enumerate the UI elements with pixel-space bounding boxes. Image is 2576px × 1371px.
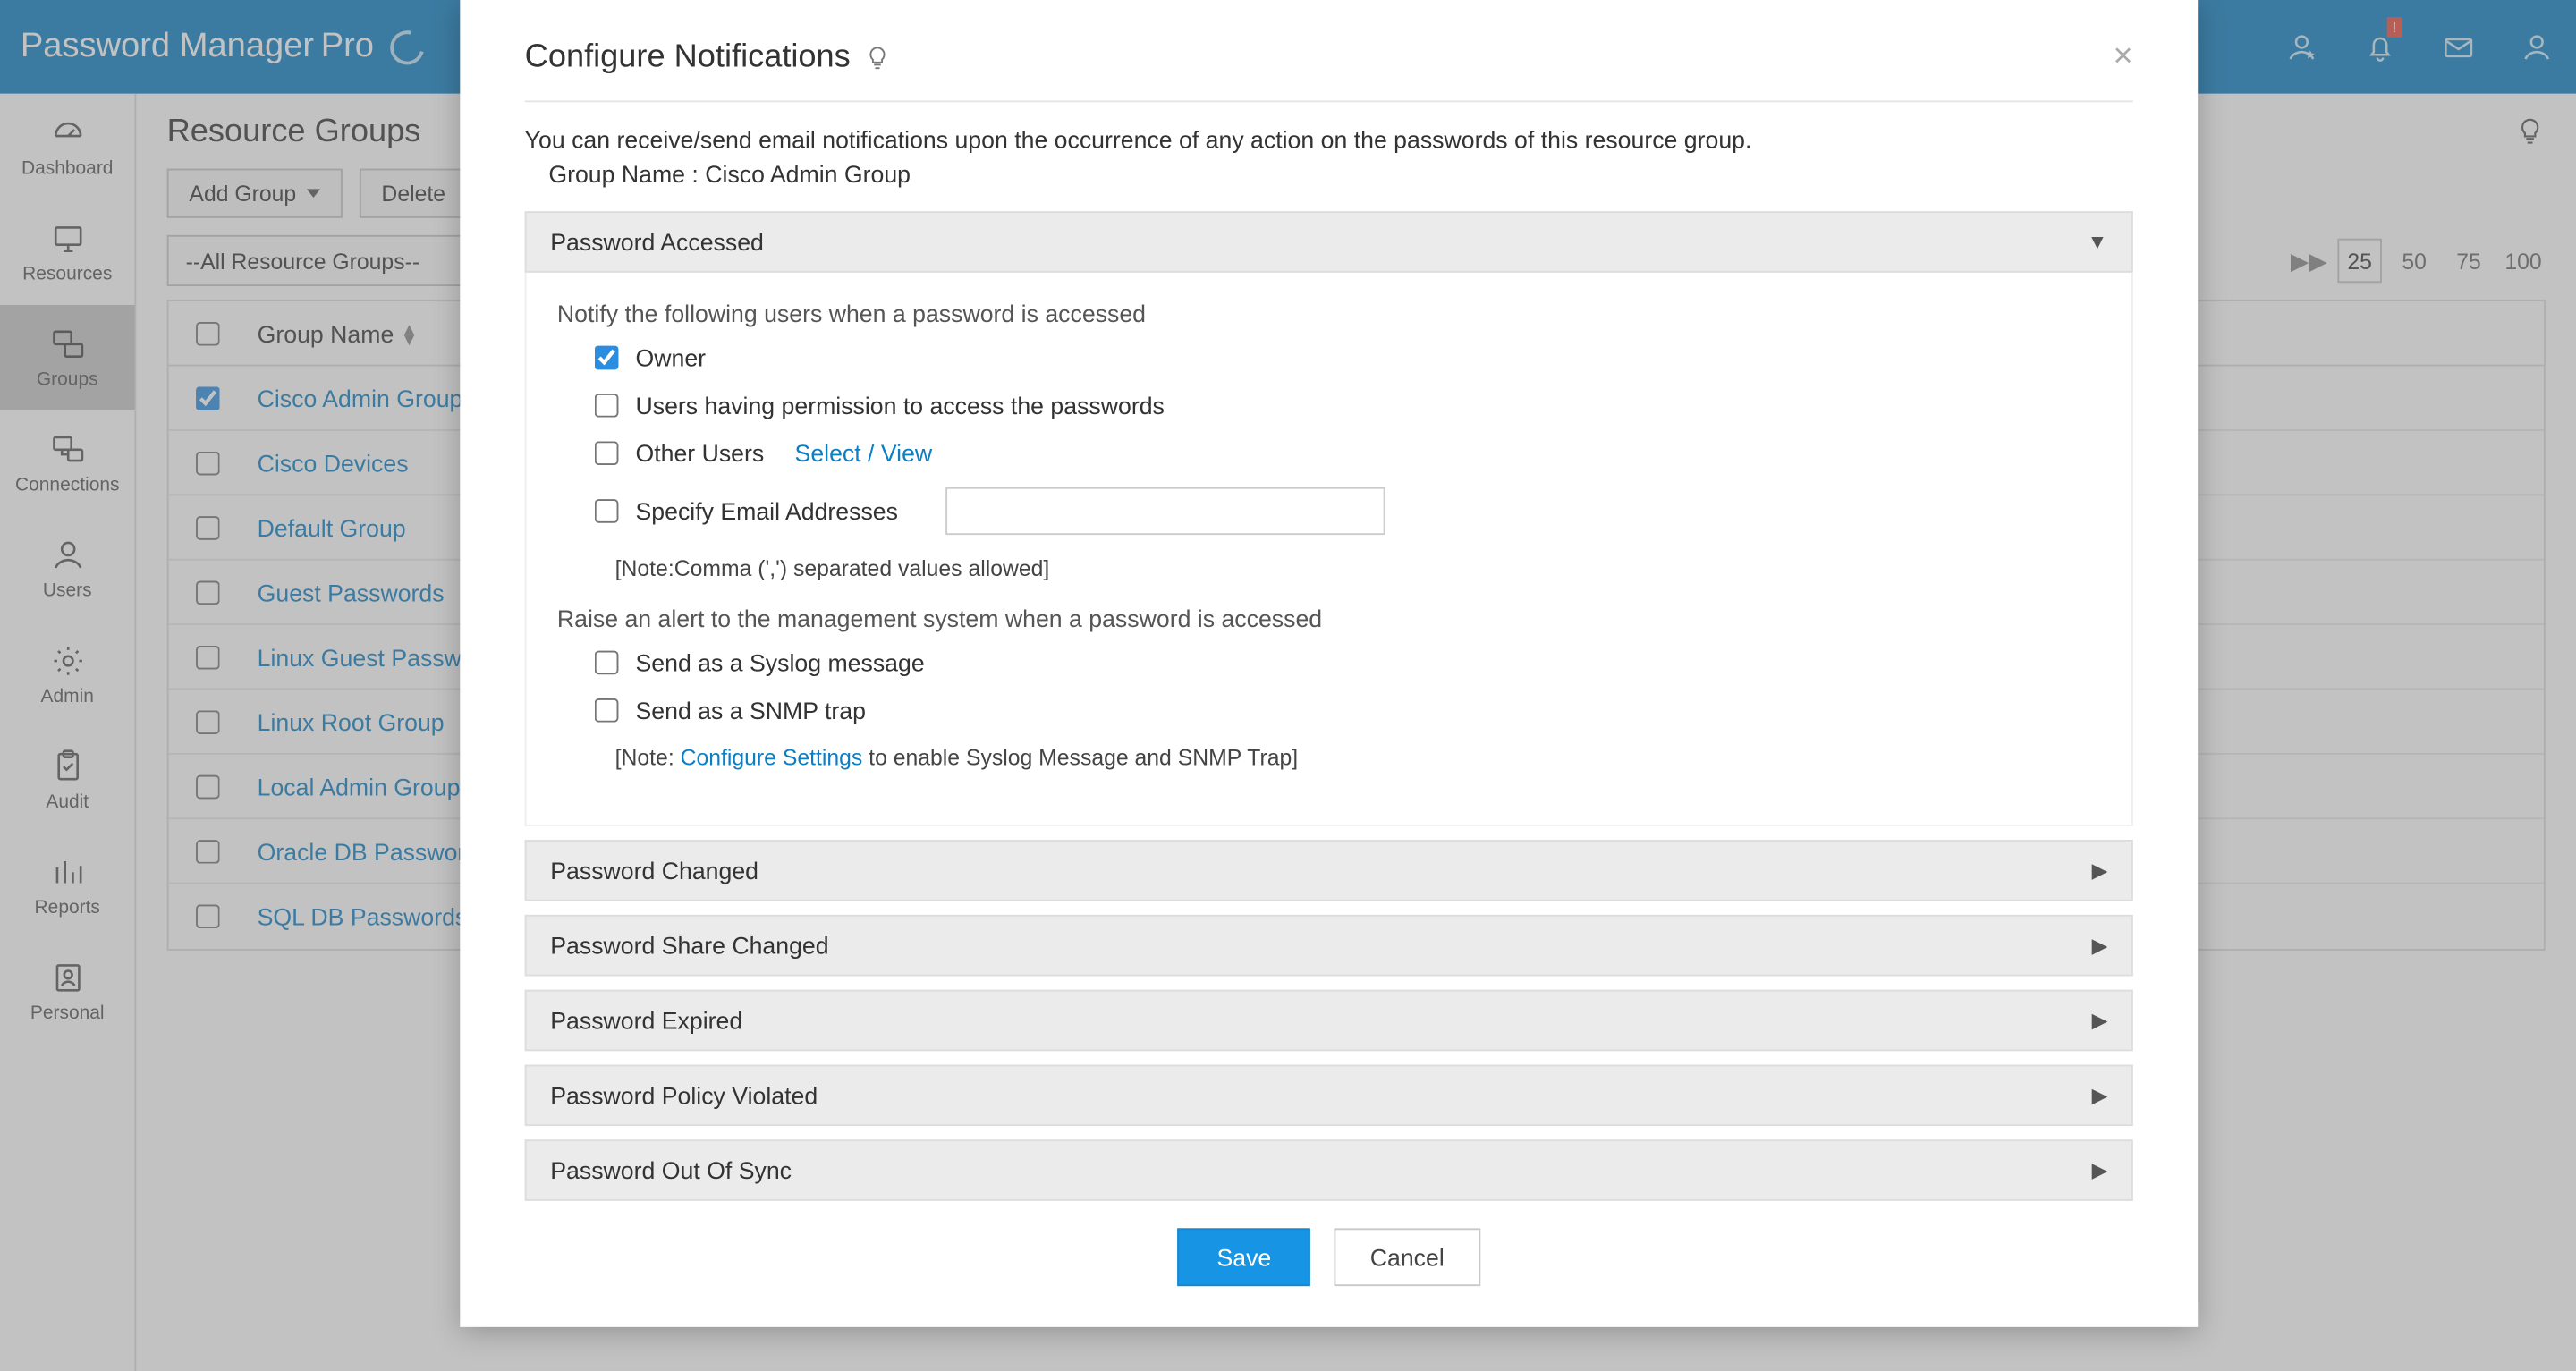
group-line-name: Cisco Admin Group [705,160,911,187]
accordion-item[interactable]: Password Out Of Sync ▶ [525,1139,2133,1201]
configure-note: [Note: Configure Settings to enable Sysl… [615,744,2101,770]
accordion-item[interactable]: Password Changed ▶ [525,840,2133,901]
save-button[interactable]: Save [1178,1228,1310,1286]
accordion-header-label: Password Expired [550,1007,742,1034]
accordion-item[interactable]: Password Expired ▶ [525,990,2133,1052]
accordion-body-password-accessed: Notify the following users when a passwo… [525,273,2133,826]
raise-alert-label: Raise an alert to the management system … [557,605,2101,631]
note-suffix: to enable Syslog Message and SNMP Trap] [862,744,1298,770]
syslog-label: Send as a Syslog message [635,649,924,676]
accordion-header-label: Password Out Of Sync [550,1156,792,1183]
snmp-label: Send as a SNMP trap [635,697,865,724]
configure-notifications-modal: Configure Notifications × You can receiv… [460,0,2198,1327]
lightbulb-icon [864,44,891,71]
specify-email-label: Specify Email Addresses [635,497,897,524]
accordion-header-label: Password Changed [550,857,758,884]
modal-title-text: Configure Notifications [525,38,851,76]
modal-group-line: Group Name : Cisco Admin Group [548,160,2132,187]
close-icon[interactable]: × [2114,38,2133,77]
chevron-right-icon: ▶ [2092,1083,2108,1107]
accordion-password-accessed[interactable]: Password Accessed ▼ [525,211,2133,273]
email-addresses-input[interactable] [945,487,1385,535]
owner-label: Owner [635,344,706,371]
accordion-header-label: Password Policy Violated [550,1082,818,1109]
chevron-right-icon: ▶ [2092,1158,2108,1182]
notify-label: Notify the following users when a passwo… [557,300,2101,326]
cancel-button[interactable]: Cancel [1335,1228,1480,1286]
accordion-item[interactable]: Password Policy Violated ▶ [525,1065,2133,1127]
other-users-label: Other Users [635,439,764,466]
chevron-down-icon: ▼ [2088,230,2108,254]
configure-settings-link[interactable]: Configure Settings [681,744,863,770]
modal-description: You can receive/send email notifications… [525,126,2133,153]
users-permission-label: Users having permission to access the pa… [635,392,1164,419]
syslog-checkbox[interactable] [595,651,619,675]
snmp-checkbox[interactable] [595,698,619,723]
accordion-header-label: Password Share Changed [550,932,828,959]
accordion-header-label: Password Accessed [550,228,764,255]
note-prefix: [Note: [615,744,681,770]
specify-email-checkbox[interactable] [595,499,619,523]
chevron-right-icon: ▶ [2092,934,2108,958]
chevron-right-icon: ▶ [2092,1009,2108,1033]
accordion-item[interactable]: Password Share Changed ▶ [525,915,2133,977]
owner-checkbox[interactable] [595,346,619,370]
users-permission-checkbox[interactable] [595,394,619,418]
group-line-prefix: Group Name : [548,160,705,187]
modal-actions: Save Cancel [525,1228,2133,1286]
chevron-right-icon: ▶ [2092,859,2108,883]
select-view-link[interactable]: Select / View [795,439,933,466]
modal-title: Configure Notifications [525,38,892,76]
email-note: [Note:Comma (',') separated values allow… [615,555,2101,581]
other-users-checkbox[interactable] [595,441,619,465]
